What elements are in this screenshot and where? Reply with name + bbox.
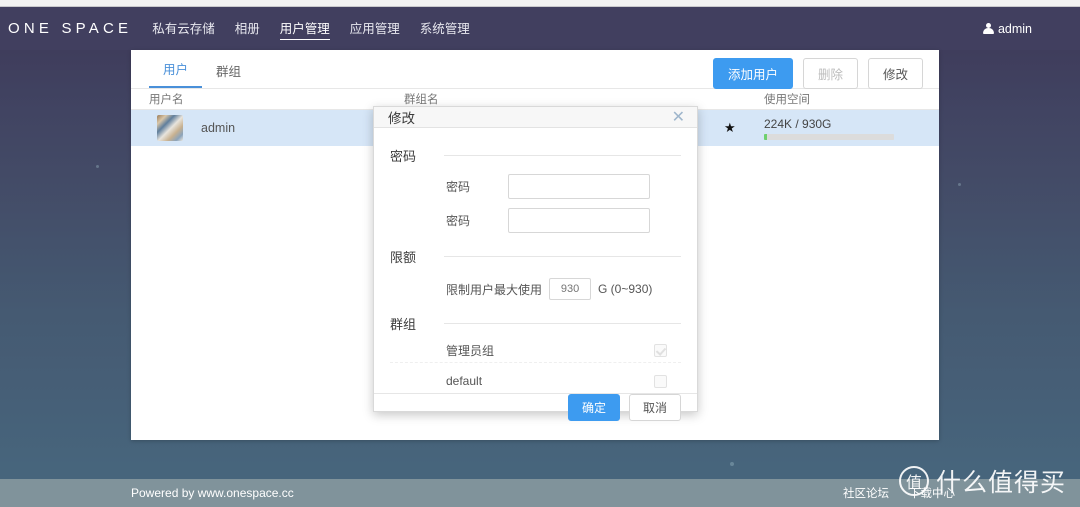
column-header-username: 用户名 [149, 94, 184, 106]
cell-space: 224K / 930G [764, 117, 939, 140]
top-navbar: ONE SPACE 私有云存储 相册 用户管理 应用管理 系统管理 admin [0, 7, 1080, 50]
quota-unit-label: G (0~930) [598, 282, 653, 296]
nav-item-app-mgmt[interactable]: 应用管理 [350, 18, 400, 39]
modify-button[interactable]: 修改 [867, 58, 923, 89]
quota-field-row: 限制用户最大使用 G (0~930) [390, 278, 681, 300]
space-progress-bar [764, 133, 894, 140]
password-label-2: 密码 [446, 214, 471, 228]
powered-by-label: Powered by www.onespace.cc [131, 486, 294, 500]
section-divider [444, 323, 681, 324]
group-name-label: default [446, 374, 483, 388]
group-name-label: 管理员组 [446, 344, 495, 358]
background-speck [96, 165, 99, 168]
dialog-footer: 确定 取消 [374, 393, 697, 421]
delete-button[interactable]: 删除 [802, 58, 858, 89]
tab-users[interactable]: 用户 [149, 53, 203, 88]
space-usage-label: 224K / 930G [764, 116, 832, 131]
dialog-title: 修改 [388, 111, 415, 126]
cell-star: ★ [724, 119, 764, 137]
background-speck [958, 183, 961, 186]
column-header-groupname: 群组名 [404, 94, 439, 106]
section-quota: 限额 [390, 247, 681, 266]
avatar [157, 115, 183, 141]
section-password-label: 密码 [390, 149, 417, 164]
watermark-badge-icon: 值 [898, 466, 929, 496]
dialog-header: 修改 ✕ [374, 107, 697, 128]
password-input-2[interactable] [508, 208, 650, 233]
account-menu[interactable]: admin [982, 21, 1032, 36]
watermark: 值 什么值得买 [898, 463, 1066, 499]
password-input-1[interactable] [508, 174, 650, 199]
modify-user-dialog: 修改 ✕ 密码 密码 密码 限额 限制用户最大使用 G (0~930) 群组 [373, 106, 698, 421]
brand-logo[interactable]: ONE SPACE [8, 20, 132, 37]
section-divider [444, 155, 681, 156]
close-icon[interactable]: ✕ [672, 109, 685, 125]
column-header-space: 使用空间 [764, 94, 810, 106]
password-label-1: 密码 [446, 180, 471, 194]
section-groups-label: 群组 [390, 317, 417, 332]
panel-actions: 添加用户 删除 修改 [712, 58, 923, 89]
add-user-button[interactable]: 添加用户 [712, 58, 793, 89]
section-password: 密码 [390, 146, 681, 165]
browser-chrome-sliver [0, 0, 1080, 7]
password-field-row-1: 密码 [390, 174, 681, 199]
nav-item-album[interactable]: 相册 [235, 18, 260, 39]
panel-tabs: 用户 群组 [149, 53, 255, 88]
background-speck [730, 462, 734, 466]
section-quota-label: 限额 [390, 250, 417, 265]
group-checkbox-default[interactable] [654, 374, 667, 388]
nav-item-system-mgmt[interactable]: 系统管理 [420, 18, 470, 39]
section-groups: 群组 [390, 314, 681, 333]
main-navigation: 私有云存储 相册 用户管理 应用管理 系统管理 [152, 18, 470, 40]
footer-link-forum[interactable]: 社区论坛 [843, 485, 889, 501]
nav-item-private-cloud[interactable]: 私有云存储 [152, 18, 215, 39]
cancel-button[interactable]: 取消 [628, 394, 681, 421]
dialog-body: 密码 密码 密码 限额 限制用户最大使用 G (0~930) 群组 管理员组 [374, 128, 697, 393]
group-row-default[interactable]: default [390, 369, 681, 393]
group-checkbox-admin[interactable] [654, 344, 667, 357]
quota-label: 限制用户最大使用 [446, 282, 543, 297]
password-field-row-2: 密码 [390, 208, 681, 233]
row-username-label: admin [201, 121, 236, 135]
user-icon [982, 22, 994, 35]
star-icon: ★ [724, 120, 736, 135]
section-divider [444, 256, 681, 257]
quota-input[interactable] [549, 278, 592, 300]
account-name: admin [997, 21, 1032, 36]
watermark-text: 什么值得买 [935, 469, 1066, 497]
cell-username: admin [149, 115, 404, 141]
confirm-button[interactable]: 确定 [567, 394, 620, 421]
panel-header: 用户 群组 添加用户 删除 修改 [131, 50, 939, 89]
tab-groups[interactable]: 群组 [202, 55, 255, 88]
group-row-admin[interactable]: 管理员组 [390, 339, 681, 363]
nav-item-user-mgmt[interactable]: 用户管理 [279, 18, 330, 40]
